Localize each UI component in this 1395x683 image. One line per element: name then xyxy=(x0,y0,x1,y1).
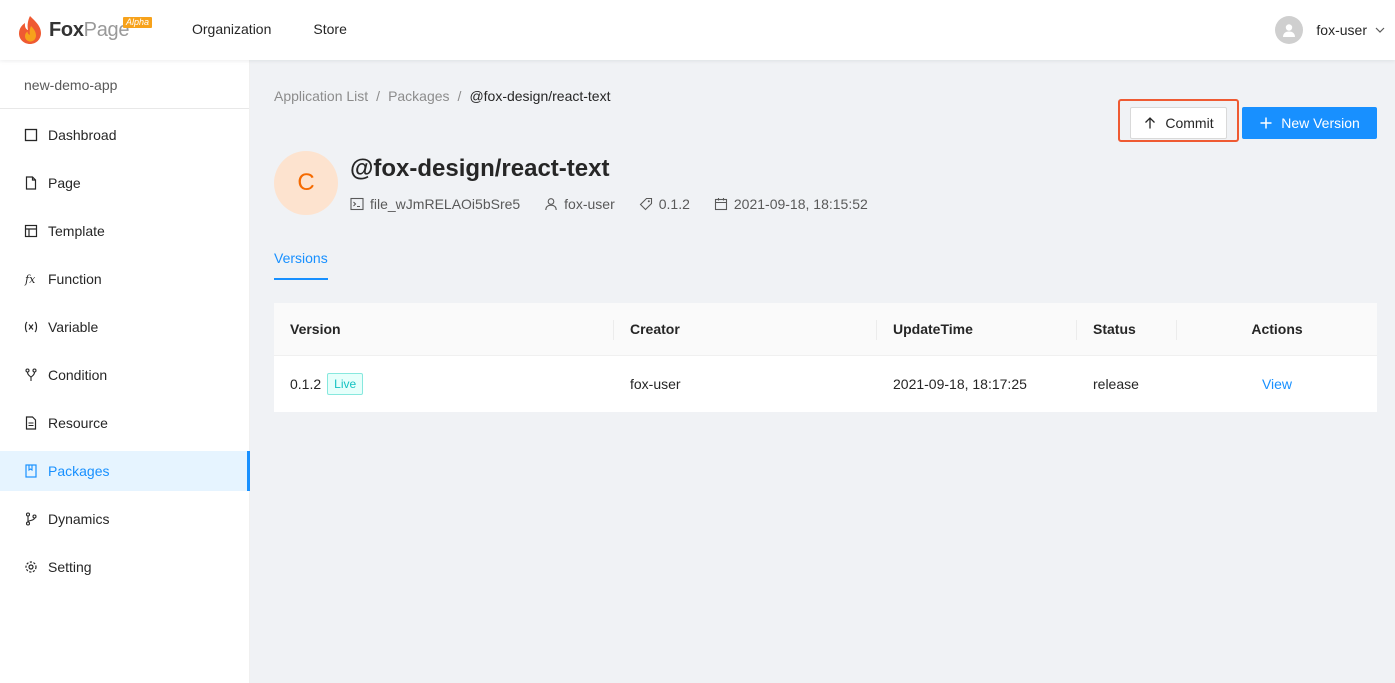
sidebar-item-dashboard[interactable]: Dashbroad xyxy=(0,115,249,155)
version-text: 0.1.2 xyxy=(658,196,690,212)
nav-store[interactable]: Store xyxy=(313,0,346,60)
user-menu[interactable]: fox-user xyxy=(1275,16,1385,44)
sidebar-item-label: Dashbroad xyxy=(48,127,117,143)
date-text: 2021-09-18, 18:15:52 xyxy=(733,196,868,212)
sidebar-item-page[interactable]: Page xyxy=(0,163,249,203)
tag-icon xyxy=(639,197,653,211)
cell-version: 0.1.2 Live xyxy=(274,356,614,412)
sidebar-item-condition[interactable]: Condition xyxy=(0,355,249,395)
branch-icon xyxy=(24,368,38,382)
sidebar-item-label: Resource xyxy=(48,415,108,431)
chevron-down-icon xyxy=(1375,27,1385,33)
code-icon xyxy=(350,197,364,211)
user-avatar xyxy=(1275,16,1304,44)
meta-date: 2021-09-18, 18:15:52 xyxy=(714,196,868,212)
breadcrumb-separator: / xyxy=(376,88,381,104)
username: fox-user xyxy=(1316,22,1367,38)
layout-icon xyxy=(24,224,38,238)
nav-organization[interactable]: Organization xyxy=(192,0,271,60)
sidebar: new-demo-app Dashbroad Page Template fx … xyxy=(0,60,250,683)
tab-versions[interactable]: Versions xyxy=(274,250,328,280)
main-content: Application List / Packages / @fox-desig… xyxy=(250,60,1395,683)
commit-button-label: Commit xyxy=(1165,115,1214,131)
cell-update-time: 2021-09-18, 18:17:25 xyxy=(893,376,1027,392)
cell-status: release xyxy=(1093,376,1139,392)
top-header: FoxPage Alpha Organization Store fox-use… xyxy=(0,0,1395,60)
column-version: Version xyxy=(274,303,614,355)
book-icon xyxy=(24,464,38,478)
table-row: 0.1.2 Live fox-user 2021-09-18, 18:17:25… xyxy=(274,356,1377,412)
meta-version: 0.1.2 xyxy=(639,196,690,212)
file-text-icon xyxy=(24,416,38,430)
new-version-button[interactable]: New Version xyxy=(1242,107,1377,139)
svg-text:fx: fx xyxy=(24,273,36,286)
logo-text: FoxPage xyxy=(49,18,130,41)
gear-icon xyxy=(24,560,38,574)
sidebar-item-label: Template xyxy=(48,223,105,239)
sidebar-menu: Dashbroad Page Template fx Function Vari… xyxy=(0,109,250,587)
breadcrumb-application-list[interactable]: Application List xyxy=(274,88,368,104)
calendar-icon xyxy=(714,197,728,211)
variable-icon xyxy=(24,320,38,334)
creator-text: fox-user xyxy=(564,196,615,212)
sidebar-item-label: Page xyxy=(48,175,81,191)
breadcrumb-separator: / xyxy=(457,88,462,104)
view-link[interactable]: View xyxy=(1262,376,1292,392)
sidebar-item-packages[interactable]: Packages xyxy=(0,451,250,491)
commit-button[interactable]: Commit xyxy=(1130,107,1227,139)
flame-logo-icon xyxy=(19,16,41,44)
sidebar-item-label: Function xyxy=(48,271,102,287)
top-nav: Organization Store xyxy=(192,0,389,60)
sidebar-item-dynamics[interactable]: Dynamics xyxy=(0,499,249,539)
plus-icon xyxy=(1259,116,1273,130)
meta-file-id: file_wJmRELAOi5bSre5 xyxy=(350,196,520,212)
sidebar-item-setting[interactable]: Setting xyxy=(0,547,249,587)
tabs: Versions xyxy=(274,250,1377,280)
cell-actions: View xyxy=(1177,356,1377,412)
package-meta: file_wJmRELAOi5bSre5 fox-user 0.1.2 2021… xyxy=(350,196,892,212)
sidebar-item-label: Dynamics xyxy=(48,511,110,527)
sidebar-item-template[interactable]: Template xyxy=(0,211,249,251)
sidebar-item-label: Setting xyxy=(48,559,92,575)
column-creator: Creator xyxy=(614,303,877,355)
alpha-badge: Alpha xyxy=(123,17,153,28)
sidebar-item-label: Variable xyxy=(48,319,99,335)
versions-table: Version Creator UpdateTime Status Action… xyxy=(274,303,1377,412)
new-version-button-label: New Version xyxy=(1281,115,1360,131)
file-id-text: file_wJmRELAOi5bSre5 xyxy=(370,196,521,212)
sidebar-item-label: Condition xyxy=(48,367,108,383)
package-avatar: C xyxy=(274,151,338,215)
breadcrumb-packages[interactable]: Packages xyxy=(388,88,449,104)
user-icon xyxy=(544,197,558,211)
function-icon: fx xyxy=(24,272,38,286)
meta-creator: fox-user xyxy=(544,196,615,212)
page-title: @fox-design/react-text xyxy=(350,155,610,182)
sidebar-item-variable[interactable]: Variable xyxy=(0,307,249,347)
sidebar-item-function[interactable]: fx Function xyxy=(0,259,249,299)
table-header: Version Creator UpdateTime Status Action… xyxy=(274,303,1377,356)
file-icon xyxy=(24,176,38,190)
breadcrumb: Application List / Packages / @fox-desig… xyxy=(274,88,610,104)
version-value: 0.1.2 xyxy=(290,376,322,392)
app-name: new-demo-app xyxy=(0,60,249,109)
user-icon xyxy=(1283,24,1296,37)
dashboard-icon xyxy=(24,128,38,142)
column-actions: Actions xyxy=(1251,321,1303,337)
foxpage-logo[interactable]: FoxPage Alpha xyxy=(14,14,153,46)
arrow-up-icon xyxy=(1143,116,1157,130)
sidebar-item-resource[interactable]: Resource xyxy=(0,403,249,443)
column-updatetime: UpdateTime xyxy=(877,303,1077,355)
live-tag: Live xyxy=(327,373,364,395)
breadcrumb-current: @fox-design/react-text xyxy=(469,88,611,104)
column-status: Status xyxy=(1077,303,1177,355)
branches-icon xyxy=(24,512,38,526)
cell-creator: fox-user xyxy=(630,376,681,392)
sidebar-item-label: Packages xyxy=(48,463,110,479)
